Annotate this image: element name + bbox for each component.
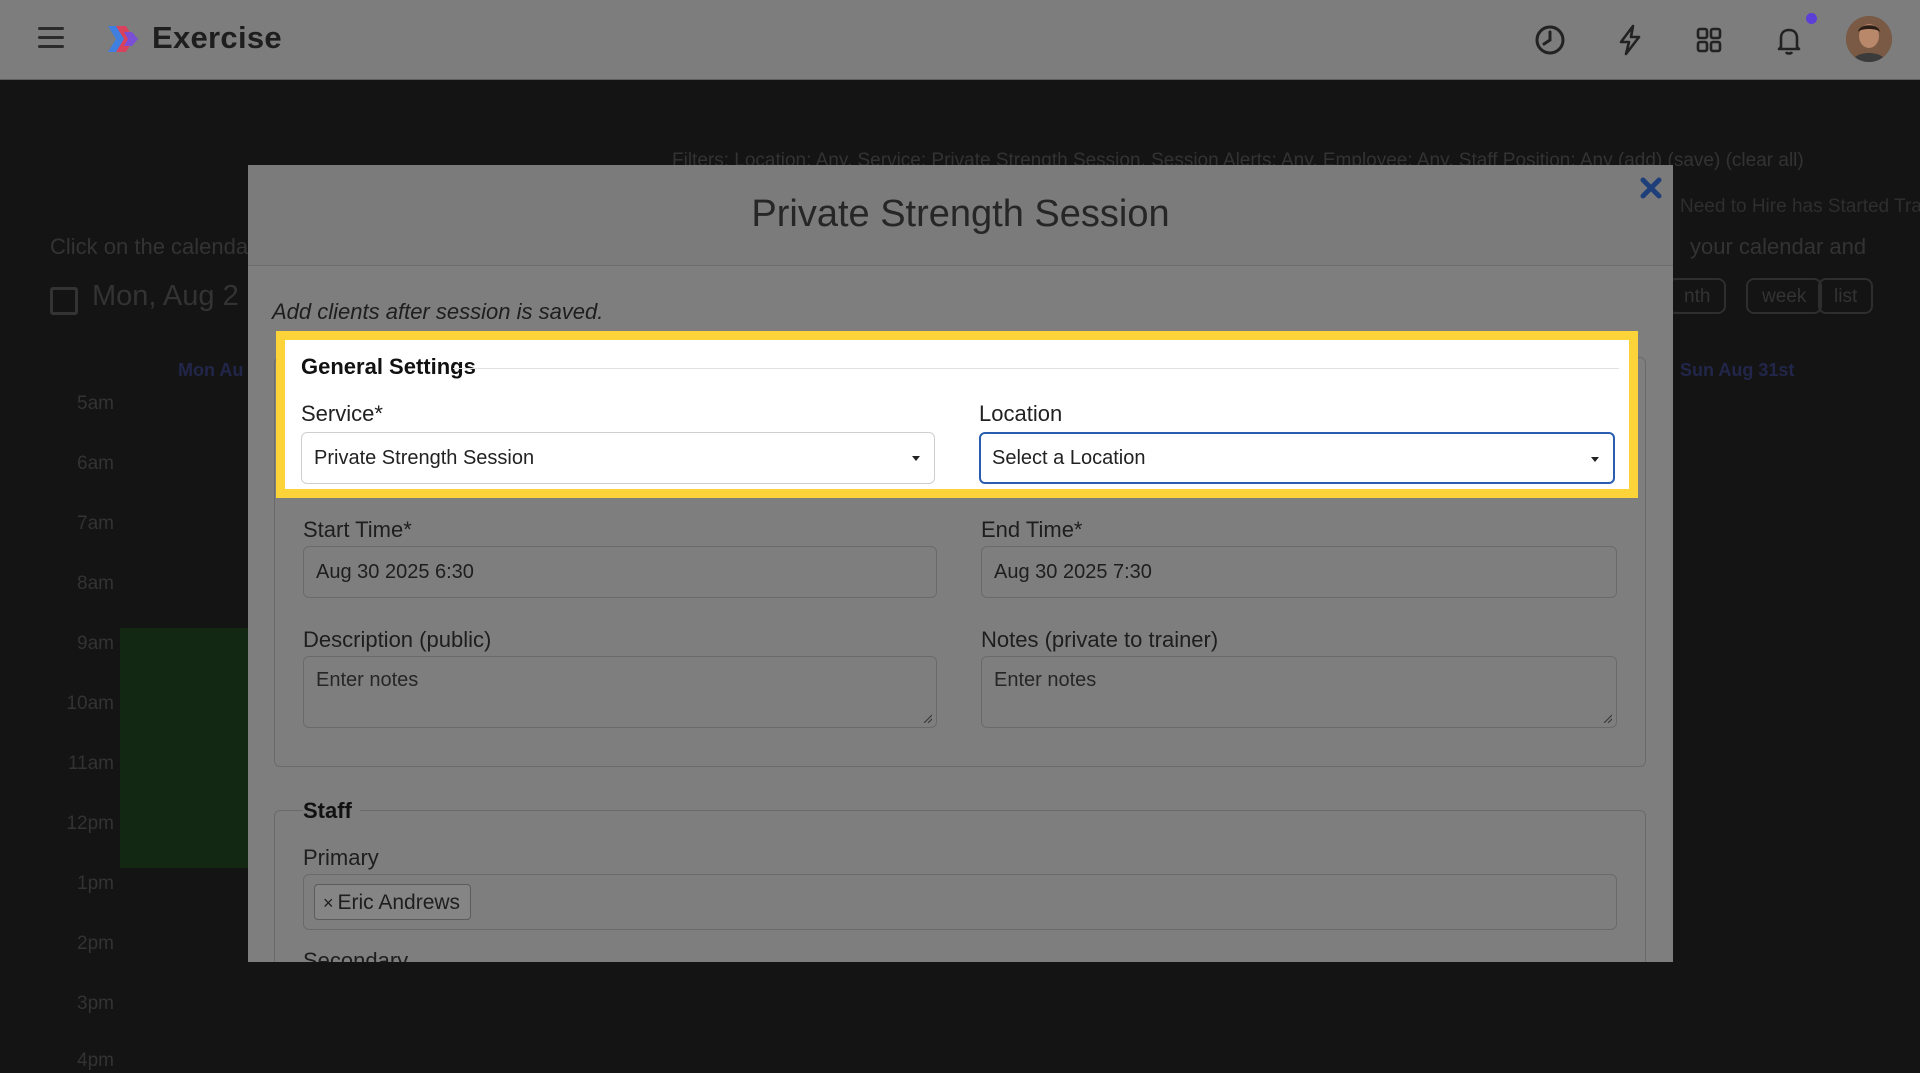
service-label: Service* (301, 401, 383, 426)
location-select-value: Select a Location (992, 447, 1146, 469)
primary-staff-label: Primary (303, 845, 379, 870)
chevron-down-icon (912, 456, 920, 461)
start-time-label: Start Time* (303, 517, 412, 542)
exercise-logo-icon (108, 26, 138, 52)
view-week-button[interactable]: week (1746, 278, 1823, 314)
add-clients-note: Add clients after session is saved. (272, 299, 604, 324)
modal-header: Private Strength Session (248, 165, 1673, 266)
view-month-button[interactable]: nth (1668, 278, 1727, 314)
resize-grip-icon[interactable] (1602, 713, 1612, 723)
hour-label: 1pm (77, 873, 114, 894)
calendar-icon (50, 287, 78, 315)
hour-label: 3pm (77, 993, 114, 1014)
start-time-input[interactable]: Aug 30 2025 6:30 (303, 546, 937, 598)
staff-tag: × Eric Andrews (314, 884, 472, 920)
hour-label: 4pm (77, 1050, 114, 1071)
chevron-down-icon (1591, 457, 1599, 462)
calendar-date-heading: Mon, Aug 2 (92, 280, 239, 312)
hour-label: 9am (77, 633, 114, 654)
location-label: Location (979, 401, 1063, 426)
modal-title: Private Strength Session (751, 193, 1170, 235)
hour-label: 6am (77, 453, 114, 474)
bell-icon[interactable] (1771, 22, 1807, 58)
service-select[interactable]: Private Strength Session (301, 432, 935, 484)
hour-label: 7am (77, 513, 114, 534)
calendar-column-header: Mon Au (178, 360, 244, 380)
calendar-instructions-right: your calendar and (1690, 234, 1867, 259)
legend-divider (453, 368, 1619, 369)
session-modal: Private Strength Session Add clients aft… (248, 165, 1673, 962)
description-textarea[interactable]: Enter notes (303, 656, 937, 728)
secondary-staff-label: Secondary (303, 948, 409, 962)
menu-icon[interactable] (38, 27, 64, 49)
notes-placeholder: Enter notes (994, 669, 1097, 691)
notes-textarea[interactable]: Enter notes (981, 656, 1617, 728)
top-navbar: Exercise (0, 0, 1920, 80)
end-time-label: End Time* (981, 517, 1083, 542)
resize-grip-icon[interactable] (922, 713, 932, 723)
general-settings-legend: General Settings (301, 354, 476, 379)
calendar-event-block[interactable] (120, 628, 250, 868)
general-settings-highlight: General Settings Service* Private Streng… (276, 331, 1638, 498)
hour-label: 12pm (66, 813, 114, 834)
notes-label: Notes (private to trainer) (981, 627, 1219, 652)
hour-label: 10am (66, 693, 114, 714)
hour-label: 11am (67, 753, 114, 774)
hour-label: 8am (77, 573, 114, 594)
end-time-input[interactable]: Aug 30 2025 7:30 (981, 546, 1617, 598)
filter-summary-secondary: Need to Hire has Started Training (1680, 196, 1920, 217)
staff-tag-label: Eric Andrews (337, 891, 461, 914)
apps-grid-icon[interactable] (1691, 22, 1727, 58)
staff-legend: Staff (303, 798, 360, 824)
calendar-column-header: Sun Aug 31st (1680, 360, 1795, 380)
hour-label: 2pm (77, 933, 114, 954)
view-list-button[interactable]: list (1818, 278, 1874, 314)
description-label: Description (public) (303, 627, 492, 652)
description-placeholder: Enter notes (316, 669, 419, 691)
close-icon[interactable] (1638, 175, 1664, 201)
primary-staff-select[interactable] (303, 874, 1617, 930)
notification-dot (1806, 13, 1817, 24)
history-icon[interactable] (1532, 22, 1568, 58)
location-select[interactable]: Select a Location (979, 432, 1615, 484)
calendar-instructions: Click on the calendar (50, 234, 256, 259)
user-avatar[interactable] (1846, 16, 1892, 62)
remove-tag-icon[interactable]: × (323, 893, 334, 913)
hour-label: 5am (77, 393, 114, 414)
service-select-value: Private Strength Session (314, 447, 535, 469)
brand-name: Exercise (152, 20, 282, 55)
lightning-icon[interactable] (1612, 22, 1648, 58)
